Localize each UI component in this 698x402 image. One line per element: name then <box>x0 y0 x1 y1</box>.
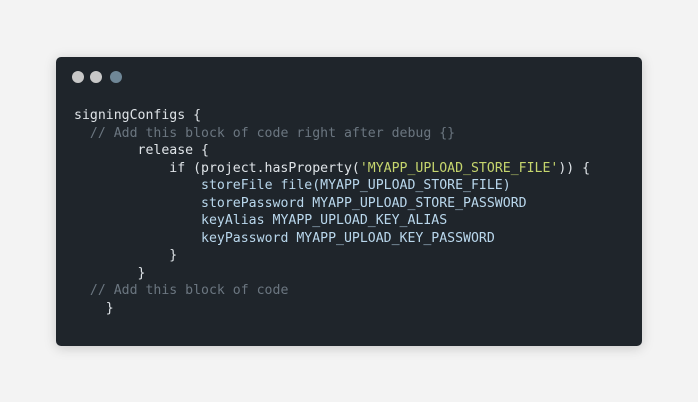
code-token: keyAlias MYAPP_UPLOAD_KEY_ALIAS <box>201 213 448 228</box>
code-token: )) { <box>558 160 591 176</box>
code-window: signingConfigs { // Add this block of co… <box>56 57 642 346</box>
code-token: signingConfigs { <box>74 108 202 123</box>
code-line: } <box>74 300 590 318</box>
code-line: storePassword MYAPP_UPLOAD_STORE_PASSWOR… <box>74 195 590 213</box>
code-token: storePassword MYAPP_UPLOAD_STORE_PASSWOR… <box>201 195 527 211</box>
code-line: signingConfigs { <box>74 107 590 125</box>
code-line: // Add this block of code right after de… <box>74 125 590 143</box>
code-line: release { <box>74 142 590 160</box>
page-background: signingConfigs { // Add this block of co… <box>0 0 698 402</box>
code-token: } <box>169 248 178 263</box>
window-titlebar <box>56 57 642 93</box>
minimize-dot-icon[interactable] <box>90 71 102 83</box>
code-line: keyPassword MYAPP_UPLOAD_KEY_PASSWORD <box>74 230 590 248</box>
code-token: release { <box>137 143 209 158</box>
code-line: if (project.hasProperty('MYAPP_UPLOAD_ST… <box>74 160 590 178</box>
close-dot-icon[interactable] <box>72 71 84 83</box>
code-comment: // Add this block of code <box>89 283 289 298</box>
code-line: } <box>74 265 590 283</box>
code-block: signingConfigs { // Add this block of co… <box>74 107 590 317</box>
code-token: keyPassword MYAPP_UPLOAD_KEY_PASSWORD <box>201 230 495 246</box>
code-string: 'MYAPP_UPLOAD_STORE_FILE' <box>359 160 559 176</box>
code-token: } <box>105 300 114 316</box>
code-token: storeFile file(MYAPP_UPLOAD_STORE_FILE) <box>201 178 511 193</box>
code-comment: // Add this block of code right after de… <box>89 125 456 141</box>
code-line: keyAlias MYAPP_UPLOAD_KEY_ALIAS <box>74 212 590 230</box>
code-token: } <box>137 265 146 281</box>
maximize-dot-icon[interactable] <box>110 71 122 83</box>
code-line: // Add this block of code <box>74 282 590 300</box>
code-line: storeFile file(MYAPP_UPLOAD_STORE_FILE) <box>74 177 590 195</box>
code-line: } <box>74 247 590 265</box>
code-token: if (project.hasProperty( <box>169 160 360 176</box>
